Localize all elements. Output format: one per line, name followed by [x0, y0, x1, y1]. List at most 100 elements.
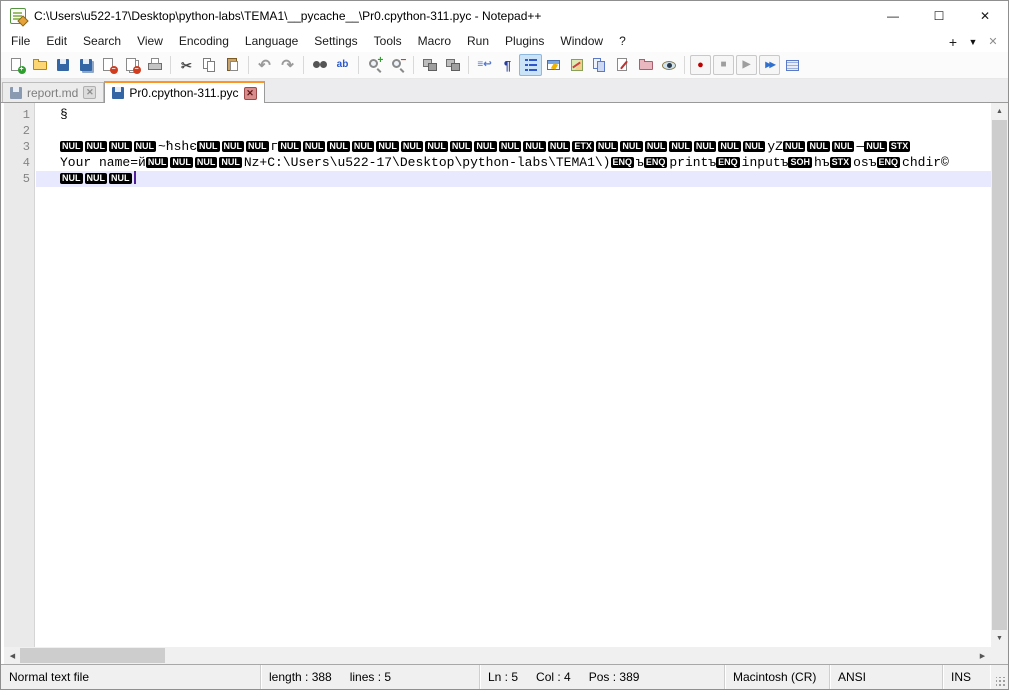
scroll-down-arrow-icon[interactable]: ▼: [991, 630, 1008, 647]
horizontal-scrollbar[interactable]: ◀ ▶: [4, 647, 991, 664]
control-char-soh: SOH: [788, 157, 812, 168]
scroll-up-arrow-icon[interactable]: ▲: [991, 103, 1008, 120]
document-map-button[interactable]: [565, 54, 588, 76]
menu-item-language[interactable]: Language: [237, 31, 306, 52]
title-bar: C:\Users\u522-17\Desktop\python-labs\TEM…: [1, 1, 1008, 31]
replace-button[interactable]: ab: [331, 54, 354, 76]
zoom-out-button[interactable]: −: [386, 54, 409, 76]
redo-button[interactable]: ↷: [276, 54, 299, 76]
menu-item-view[interactable]: View: [129, 31, 171, 52]
save-recorded-macro-button[interactable]: [781, 54, 804, 76]
stop-recording-icon: ■: [720, 60, 726, 70]
new-tab-plus-icon[interactable]: +: [944, 33, 962, 50]
close-document-icon[interactable]: ✕: [984, 33, 1002, 50]
tab-pr0-cpython-311-pyc[interactable]: Pr0.cpython-311.pyc✕: [104, 81, 264, 103]
playback-icon: ▶: [743, 60, 751, 70]
scroll-left-arrow-icon[interactable]: ◀: [4, 647, 21, 664]
save-icon: [55, 57, 71, 73]
control-char-nul: NUL: [85, 173, 108, 184]
control-char-nul: NUL: [170, 157, 193, 168]
editor-line-4[interactable]: Your name=йNULNULNULNULNz+C:\Users\u522-…: [36, 155, 991, 171]
byte-position-label: Pos : 389: [589, 670, 640, 684]
status-bar: Normal text file length : 388 lines : 5 …: [1, 664, 1008, 689]
status-encoding: ANSI: [830, 665, 943, 689]
menu-item-tools[interactable]: Tools: [366, 31, 410, 52]
menu-item-file[interactable]: File: [3, 31, 38, 52]
maximize-button[interactable]: ☐: [916, 1, 962, 31]
toolbar-separator: [170, 56, 171, 74]
length-label: length : 388: [269, 670, 332, 684]
badge: −: [133, 66, 141, 74]
vertical-scrollbar[interactable]: ▲ ▼: [991, 103, 1008, 647]
undo-button[interactable]: ↶: [253, 54, 276, 76]
show-indent-guide-button[interactable]: [519, 54, 542, 76]
editor-line-2[interactable]: [36, 123, 991, 139]
resize-grip[interactable]: [990, 665, 1008, 689]
control-char-nul: NUL: [832, 141, 855, 152]
control-char-nul: NUL: [523, 141, 546, 152]
scroll-right-arrow-icon[interactable]: ▶: [974, 647, 991, 664]
menu-item-window[interactable]: Window: [552, 31, 611, 52]
menu-item-help[interactable]: ?: [611, 31, 634, 52]
control-char-nul: NUL: [450, 141, 473, 152]
tab-close-icon[interactable]: ✕: [244, 87, 257, 100]
menu-item-settings[interactable]: Settings: [306, 31, 365, 52]
start-recording-button[interactable]: ●: [690, 55, 711, 75]
word-wrap-button[interactable]: ≡↩: [473, 54, 496, 76]
document-list-button[interactable]: [588, 54, 611, 76]
tab-close-icon[interactable]: ✕: [83, 86, 96, 99]
menu-item-search[interactable]: Search: [75, 31, 129, 52]
tab-report-md[interactable]: report.md ✕: [2, 82, 104, 102]
control-char-nul: NUL: [864, 141, 887, 152]
playback-button[interactable]: ▶: [736, 55, 757, 75]
zoom-out-icon: −: [390, 57, 406, 73]
define-your-language-button[interactable]: [542, 54, 565, 76]
zoom-in-button[interactable]: +: [363, 54, 386, 76]
control-char-nul: NUL: [669, 141, 692, 152]
open-file-button[interactable]: [28, 54, 51, 76]
encoding-label: ANSI: [838, 670, 866, 684]
menu-item-macro[interactable]: Macro: [410, 31, 459, 52]
sync-horizontal-scrolling-button[interactable]: [441, 54, 464, 76]
monitoring-icon: [661, 57, 677, 73]
line-number-gutter: 12345: [4, 103, 35, 647]
monitoring-button[interactable]: [657, 54, 680, 76]
stop-recording-button[interactable]: ■: [713, 55, 734, 75]
menu-item-plugins[interactable]: Plugins: [497, 31, 552, 52]
print-button[interactable]: [143, 54, 166, 76]
show-all-characters-button[interactable]: ¶: [496, 54, 519, 76]
cut-button[interactable]: ✂: [175, 54, 198, 76]
find-button[interactable]: [308, 54, 331, 76]
paste-button[interactable]: [221, 54, 244, 76]
folder-as-workspace-button[interactable]: [634, 54, 657, 76]
menu-item-encoding[interactable]: Encoding: [171, 31, 237, 52]
vertical-scrollbar-thumb[interactable]: [992, 120, 1007, 635]
toolbar-separator: [358, 56, 359, 74]
function-list-button[interactable]: [611, 54, 634, 76]
new-file-button[interactable]: +: [5, 54, 28, 76]
control-char-nul: NUL: [425, 141, 448, 152]
copy-button[interactable]: [198, 54, 221, 76]
close-button[interactable]: −: [97, 54, 120, 76]
text-area[interactable]: § NULNULNULNUL~ћshєNULNULNULгNULNULNULNUL…: [36, 103, 991, 647]
minimize-button[interactable]: —: [870, 1, 916, 31]
control-char-nul: NUL: [222, 141, 245, 152]
editor-line-1[interactable]: §: [36, 107, 991, 123]
editor-line-5[interactable]: NULNULNUL: [36, 171, 991, 187]
save-button[interactable]: [51, 54, 74, 76]
sync-vertical-scrolling-button[interactable]: [418, 54, 441, 76]
horizontal-scrollbar-thumb[interactable]: [20, 648, 165, 663]
print-icon: [147, 57, 163, 73]
insert-mode-label: INS: [951, 670, 971, 684]
close-all-button[interactable]: −: [120, 54, 143, 76]
tab-label: report.md: [27, 86, 78, 100]
text-run: hъ: [814, 155, 830, 170]
editor-line-3[interactable]: NULNULNULNUL~ћshєNULNULNULгNULNULNULNULN…: [36, 139, 991, 155]
tab-list-dropdown-icon[interactable]: ▼: [964, 33, 982, 50]
close-button[interactable]: ✕: [962, 1, 1008, 31]
save-all-button[interactable]: [74, 54, 97, 76]
menu-item-edit[interactable]: Edit: [38, 31, 75, 52]
editor: 12345 § NULNULNULNUL~ћshєNULNULNULгNULNUL…: [1, 103, 1008, 664]
menu-item-run[interactable]: Run: [459, 31, 497, 52]
run-macro-multiple-times-button[interactable]: ▶▶: [759, 55, 780, 75]
